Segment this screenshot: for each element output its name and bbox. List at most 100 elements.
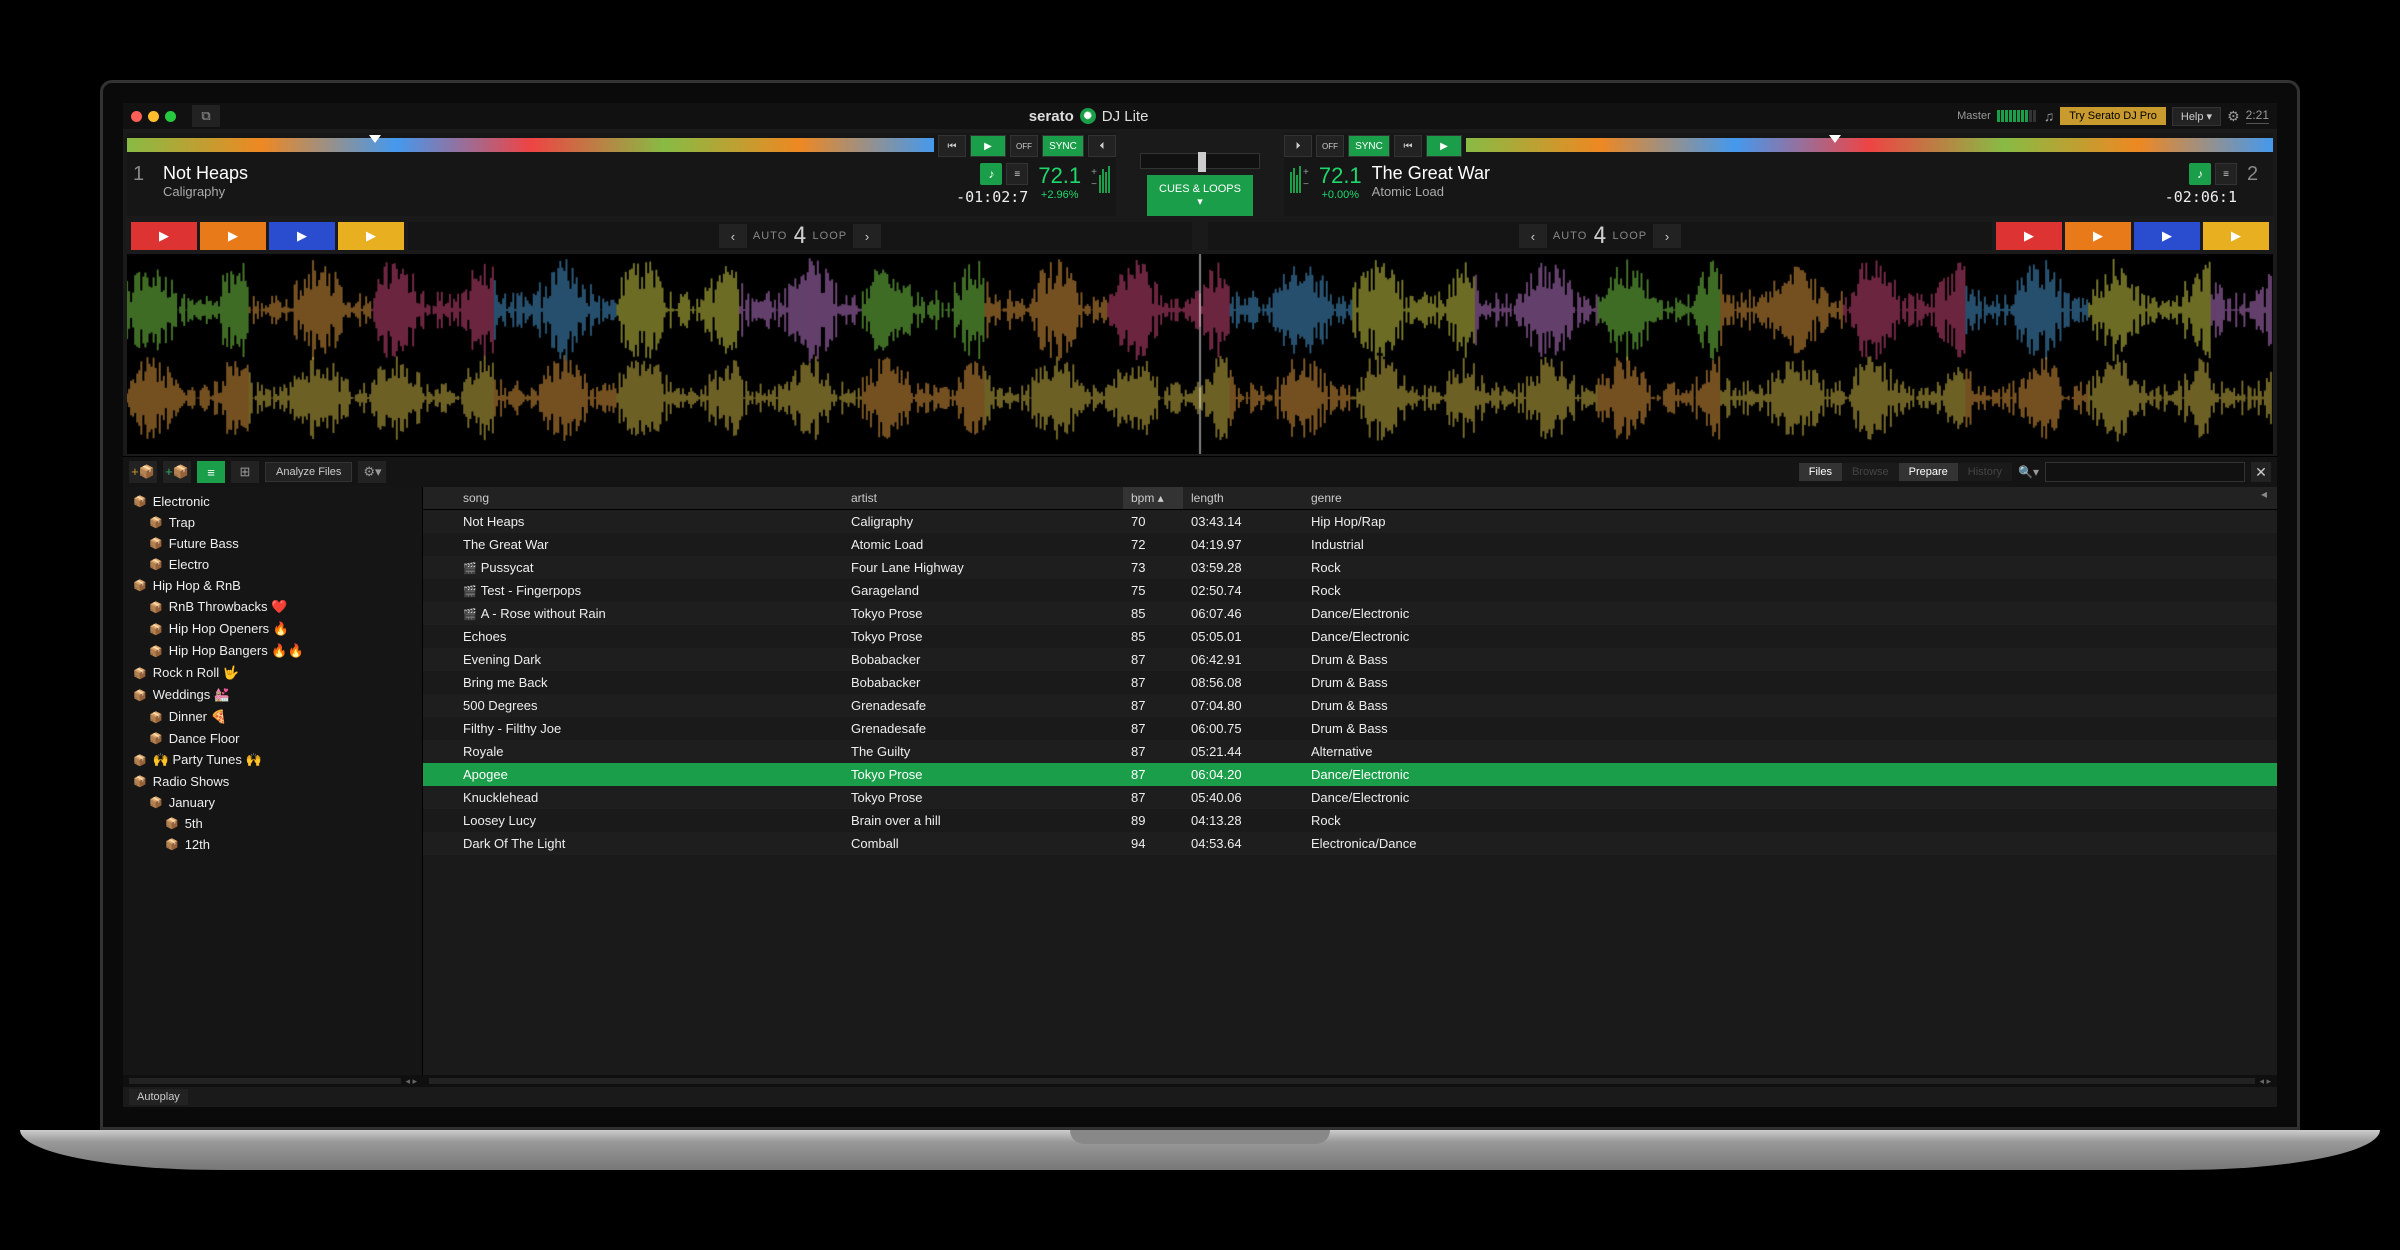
deck1-cue-3[interactable]: ▶ xyxy=(269,222,335,250)
layout-icon[interactable]: ⧉ xyxy=(192,105,220,127)
crate-item[interactable]: 📦Radio Shows xyxy=(123,771,422,792)
help-button[interactable]: Help ▾ xyxy=(2172,107,2221,126)
crate-label: Dinner 🍕 xyxy=(169,709,227,725)
crate-item[interactable]: 📦Hip Hop Bangers 🔥🔥 xyxy=(123,640,422,662)
grid-view-icon[interactable]: ⊞ xyxy=(231,461,259,483)
tab-files[interactable]: Files xyxy=(1799,463,1842,481)
fullscreen-window-button[interactable] xyxy=(165,111,176,122)
crate-item[interactable]: 📦January xyxy=(123,792,422,813)
track-bpm: 87 xyxy=(1123,648,1183,671)
crate-item[interactable]: 📦Rock n Roll 🤟 xyxy=(123,662,422,684)
track-row[interactable]: Bring me BackBobabacker8708:56.08Drum & … xyxy=(423,671,2277,694)
crate-item[interactable]: 📦5th xyxy=(123,813,422,834)
deck2-loop-next[interactable]: › xyxy=(1653,224,1681,248)
deck1-cue-2[interactable]: ▶ xyxy=(200,222,266,250)
deck1-phase-button[interactable]: ⏴ xyxy=(1088,135,1116,157)
crate-item[interactable]: 📦Dance Floor xyxy=(123,728,422,749)
deck1-prev-button[interactable]: ⏮ xyxy=(938,135,966,157)
sidebar-scrollbar[interactable]: ◂ ▸ xyxy=(123,1075,423,1087)
track-length: 06:00.75 xyxy=(1183,717,1303,740)
track-row[interactable]: Dark Of The LightComball9404:53.64Electr… xyxy=(423,832,2277,855)
track-row[interactable]: KnuckleheadTokyo Prose8705:40.06Dance/El… xyxy=(423,786,2277,809)
clear-search-button[interactable]: ✕ xyxy=(2251,462,2271,482)
analyze-files-button[interactable]: Analyze Files xyxy=(265,462,352,482)
deck2-prev-button[interactable]: ⏮ xyxy=(1394,135,1422,157)
track-song: Dark Of The Light xyxy=(463,836,565,851)
deck1-key-badge[interactable]: ♪ xyxy=(980,163,1002,185)
track-row[interactable]: RoyaleThe Guilty8705:21.44Alternative xyxy=(423,740,2277,763)
deck1-loop-next[interactable]: › xyxy=(853,224,881,248)
col-genre[interactable]: genre xyxy=(1303,487,2261,509)
deck2-edit-icon[interactable]: ≡ xyxy=(2215,163,2237,185)
deck1-cue-4[interactable]: ▶ xyxy=(338,222,404,250)
crate-item[interactable]: 📦Electronic xyxy=(123,491,422,512)
main-waveform-display[interactable] xyxy=(127,254,2273,454)
tab-prepare[interactable]: Prepare xyxy=(1899,463,1958,481)
add-smart-crate-icon[interactable]: +📦 xyxy=(163,461,191,483)
deck2-sync-button[interactable]: SYNC xyxy=(1348,135,1390,157)
crossfader[interactable] xyxy=(1140,153,1260,169)
video-icon: 🎬 xyxy=(463,586,477,598)
crate-item[interactable]: 📦Hip Hop Openers 🔥 xyxy=(123,618,422,640)
settings-gear-icon[interactable]: ⚙ xyxy=(2227,108,2240,125)
headphone-icon[interactable]: ♫ xyxy=(2044,108,2055,124)
col-length[interactable]: length xyxy=(1183,487,1303,509)
autoplay-button[interactable]: Autoplay xyxy=(129,1089,188,1105)
track-row[interactable]: Filthy - Filthy JoeGrenadesafe8706:00.75… xyxy=(423,717,2277,740)
track-row[interactable]: 500 DegreesGrenadesafe8707:04.80Drum & B… xyxy=(423,694,2277,717)
deck2-cue-1[interactable]: ▶ xyxy=(1996,222,2062,250)
search-input[interactable] xyxy=(2045,462,2245,482)
deck2-track-artist: Atomic Load xyxy=(1372,184,2155,199)
crate-item[interactable]: 📦RnB Throwbacks ❤️ xyxy=(123,596,422,618)
crate-item[interactable]: 📦Electro xyxy=(123,554,422,575)
brand-name: serato xyxy=(1029,108,1074,125)
add-crate-icon[interactable]: +📦 xyxy=(129,461,157,483)
col-song[interactable]: song xyxy=(423,487,843,509)
close-window-button[interactable] xyxy=(131,111,142,122)
cues-loops-button[interactable]: CUES & LOOPS▾ xyxy=(1147,175,1253,216)
deck2-off-button[interactable]: OFF xyxy=(1316,135,1344,157)
track-genre: Dance/Electronic xyxy=(1303,602,2277,625)
crate-item[interactable]: 📦Hip Hop & RnB xyxy=(123,575,422,596)
deck2-cue-2[interactable]: ▶ xyxy=(2065,222,2131,250)
deck2-overview-waveform[interactable] xyxy=(1466,138,2273,152)
track-row[interactable]: 🎬A - Rose without RainTokyo Prose8506:07… xyxy=(423,602,2277,625)
deck2-cue-4[interactable]: ▶ xyxy=(2203,222,2269,250)
deck1-overview-waveform[interactable] xyxy=(127,138,934,152)
track-row[interactable]: The Great WarAtomic Load7204:19.97Indust… xyxy=(423,533,2277,556)
settings-dropdown-icon[interactable]: ⚙▾ xyxy=(358,461,386,483)
track-row[interactable]: Loosey LucyBrain over a hill8904:13.28Ro… xyxy=(423,809,2277,832)
list-view-icon[interactable]: ≡ xyxy=(197,461,225,483)
deck1-off-button[interactable]: OFF xyxy=(1010,135,1038,157)
crate-item[interactable]: 📦Future Bass xyxy=(123,533,422,554)
deck2-play-button[interactable]: ▶ xyxy=(1426,135,1462,157)
crate-item[interactable]: 📦Trap xyxy=(123,512,422,533)
deck2-loop-prev[interactable]: ‹ xyxy=(1519,224,1547,248)
track-row[interactable]: Not HeapsCaligraphy7003:43.14Hip Hop/Rap xyxy=(423,510,2277,533)
deck1-cue-1[interactable]: ▶ xyxy=(131,222,197,250)
deck1-sync-button[interactable]: SYNC xyxy=(1042,135,1084,157)
deck1-loop-prev[interactable]: ‹ xyxy=(719,224,747,248)
tab-history[interactable]: History xyxy=(1958,463,2012,481)
deck2-cue-3[interactable]: ▶ xyxy=(2134,222,2200,250)
crate-item[interactable]: 📦12th xyxy=(123,834,422,855)
try-pro-button[interactable]: Try Serato DJ Pro xyxy=(2060,107,2166,125)
minimize-window-button[interactable] xyxy=(148,111,159,122)
track-row[interactable]: 🎬Test - FingerpopsGarageland7502:50.74Ro… xyxy=(423,579,2277,602)
deck1-edit-icon[interactable]: ≡ xyxy=(1006,163,1028,185)
track-row[interactable]: EchoesTokyo Prose8505:05.01Dance/Electro… xyxy=(423,625,2277,648)
deck2-key-badge[interactable]: ♪ xyxy=(2189,163,2211,185)
column-chooser-icon[interactable]: ◂ xyxy=(2261,487,2277,509)
track-row[interactable]: ApogeeTokyo Prose8706:04.20Dance/Electro… xyxy=(423,763,2277,786)
deck1-play-button[interactable]: ▶ xyxy=(970,135,1006,157)
crate-item[interactable]: 📦Dinner 🍕 xyxy=(123,706,422,728)
col-artist[interactable]: artist xyxy=(843,487,1123,509)
track-row[interactable]: Evening DarkBobabacker8706:42.91Drum & B… xyxy=(423,648,2277,671)
track-row[interactable]: 🎬PussycatFour Lane Highway7303:59.28Rock xyxy=(423,556,2277,579)
crate-item[interactable]: 📦Weddings 💒 xyxy=(123,684,422,706)
deck2-phase-button[interactable]: ⏵ xyxy=(1284,135,1312,157)
col-bpm[interactable]: bpm ▴ xyxy=(1123,487,1183,509)
crate-item[interactable]: 📦🙌 Party Tunes 🙌 xyxy=(123,749,422,771)
tab-browse[interactable]: Browse xyxy=(1842,463,1899,481)
tracklist-scrollbar[interactable]: ◂ ▸ xyxy=(423,1075,2277,1087)
